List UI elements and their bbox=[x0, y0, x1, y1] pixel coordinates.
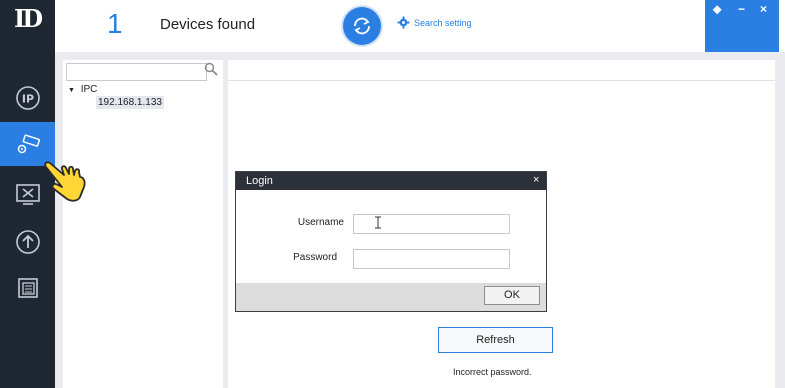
pin-button[interactable]: ⬥ bbox=[713, 2, 721, 17]
search-setting-label: Search setting bbox=[414, 17, 472, 28]
device-tree-pane bbox=[63, 60, 223, 388]
gear-icon bbox=[397, 16, 410, 29]
pointing-hand-icon bbox=[44, 161, 86, 202]
devices-found-label: Devices found bbox=[160, 16, 256, 33]
search-icon[interactable] bbox=[204, 62, 218, 76]
refresh-button[interactable]: Refresh bbox=[438, 327, 553, 353]
documents-icon bbox=[17, 278, 38, 298]
login-dialog: Login × Username Password OK bbox=[235, 171, 547, 312]
login-dialog-close-button[interactable]: × bbox=[533, 174, 539, 186]
login-dialog-titlebar: Login × bbox=[236, 172, 546, 190]
sidebar-item-ip[interactable]: IP bbox=[0, 76, 55, 120]
username-label: Username bbox=[297, 217, 344, 228]
app-logo: ID bbox=[13, 4, 43, 33]
window-controls: ⬥ − × bbox=[705, 0, 779, 52]
password-field[interactable] bbox=[353, 249, 510, 269]
expand-triangle-icon: ▼ bbox=[68, 87, 75, 94]
svg-text:IP: IP bbox=[21, 93, 33, 106]
ip-icon: IP bbox=[15, 86, 40, 110]
tree-node-label: IPC bbox=[80, 84, 98, 95]
close-button[interactable]: × bbox=[760, 2, 767, 16]
status-message: Incorrect password. bbox=[453, 367, 532, 377]
device-search-input[interactable] bbox=[66, 63, 207, 81]
search-setting-link[interactable]: Search setting bbox=[397, 16, 472, 29]
tools-icon bbox=[15, 184, 40, 205]
sidebar-item-upgrade[interactable] bbox=[0, 220, 55, 264]
sidebar-item-documents[interactable] bbox=[0, 266, 55, 310]
refresh-icon bbox=[354, 17, 370, 35]
config-pane-header bbox=[228, 60, 775, 81]
password-label: Password bbox=[293, 252, 337, 263]
camera-settings-icon bbox=[17, 134, 40, 154]
upgrade-icon bbox=[15, 230, 40, 254]
ok-button[interactable]: OK bbox=[484, 286, 540, 305]
tree-node-ipc[interactable]: ▼ IPC bbox=[68, 84, 97, 95]
device-count: 1 bbox=[107, 8, 123, 39]
tree-node-device[interactable]: 192.168.1.133 bbox=[96, 96, 164, 109]
search-devices-button[interactable] bbox=[343, 7, 381, 45]
text-cursor-icon bbox=[375, 216, 381, 229]
minimize-button[interactable]: − bbox=[738, 2, 745, 16]
login-dialog-title: Login bbox=[246, 175, 273, 187]
